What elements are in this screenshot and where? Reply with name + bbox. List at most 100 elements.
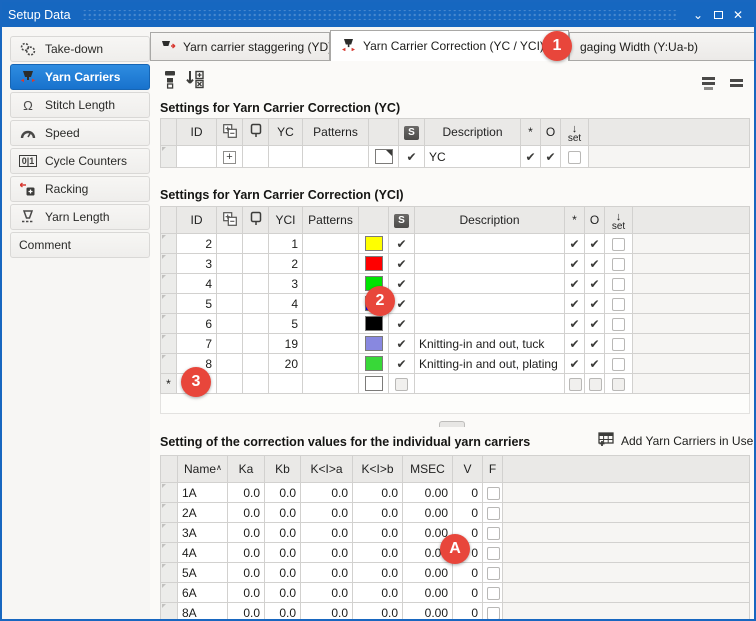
row-selector[interactable] (161, 294, 177, 314)
yc-s-cell[interactable]: ✔ (399, 146, 425, 168)
yci-carrier-cell[interactable] (243, 254, 269, 274)
f-checkbox[interactable] (483, 503, 503, 523)
yci-expand-cell[interactable] (217, 254, 243, 274)
kb-cell[interactable]: 0.0 (265, 583, 301, 603)
ka-cell[interactable]: 0.0 (228, 583, 265, 603)
yci-s-cell[interactable] (389, 374, 415, 394)
yci-carrier-cell[interactable] (243, 274, 269, 294)
f-checkbox[interactable] (483, 523, 503, 543)
splitter-grip[interactable] (439, 421, 465, 427)
yci-color-cell[interactable] (359, 334, 389, 354)
ka-cell[interactable]: 0.0 (228, 523, 265, 543)
kia-cell[interactable]: 0.0 (301, 603, 353, 621)
sidebar-item-comment[interactable]: Comment (10, 232, 150, 258)
yci-patterns-cell[interactable] (303, 354, 359, 374)
row-selector[interactable] (161, 523, 178, 543)
sidebar-item-yarn-length[interactable]: Yarn Length (10, 204, 150, 230)
row-selector[interactable] (161, 603, 178, 621)
ka-cell[interactable]: 0.0 (228, 483, 265, 503)
yci-id-cell[interactable]: 2 (177, 234, 217, 254)
yci-star-cell[interactable] (565, 374, 585, 394)
yci-expand-cell[interactable] (217, 274, 243, 294)
yci-color-cell[interactable] (359, 234, 389, 254)
sidebar-item-stitch-length[interactable]: Ω Stitch Length (10, 92, 150, 118)
v-cell[interactable]: 0 (453, 483, 483, 503)
msec-cell[interactable]: 0.00 (403, 503, 453, 523)
kib-cell[interactable]: 0.0 (353, 583, 403, 603)
f-checkbox[interactable] (483, 583, 503, 603)
carrier-name-cell[interactable]: 6A (178, 583, 228, 603)
expand-row-button[interactable]: + (217, 146, 243, 168)
yci-value-cell[interactable] (269, 374, 303, 394)
msec-cell[interactable]: 0.00 (403, 483, 453, 503)
kb-cell[interactable]: 0.0 (265, 503, 301, 523)
row-selector[interactable] (161, 563, 178, 583)
carrier-name-cell[interactable]: 3A (178, 523, 228, 543)
maximize-icon[interactable] (708, 5, 728, 24)
yci-color-cell[interactable] (359, 314, 389, 334)
yci-carrier-cell[interactable] (243, 354, 269, 374)
yci-set-checkbox[interactable] (605, 274, 633, 294)
row-selector[interactable] (161, 583, 178, 603)
row-selector[interactable] (161, 334, 177, 354)
yci-expand-cell[interactable] (217, 314, 243, 334)
msec-cell[interactable]: 0.00 (403, 603, 453, 621)
yci-patterns-cell[interactable] (303, 334, 359, 354)
yci-description-cell[interactable] (415, 274, 565, 294)
carrier-name-cell[interactable]: 4A (178, 543, 228, 563)
v-cell[interactable]: 0 (453, 603, 483, 621)
yc-description-cell[interactable]: YC (425, 146, 521, 168)
ka-cell[interactable]: 0.0 (228, 503, 265, 523)
kia-cell[interactable]: 0.0 (301, 543, 353, 563)
collapse-icon[interactable]: ⌄ (688, 5, 708, 24)
yci-s-cell[interactable]: ✔ (389, 274, 415, 294)
yc-set-checkbox[interactable] (561, 146, 589, 168)
yci-description-cell[interactable]: Knitting-in and out, tuck (415, 334, 565, 354)
yci-color-swatch[interactable] (365, 316, 383, 331)
row-selector[interactable] (161, 234, 177, 254)
yc-color-swatch[interactable] (375, 149, 393, 164)
yci-value-cell[interactable]: 1 (269, 234, 303, 254)
yci-description-cell[interactable] (415, 314, 565, 334)
yci-set-checkbox[interactable] (605, 354, 633, 374)
yci-color-cell[interactable] (359, 254, 389, 274)
compact-row-height-icon[interactable] (696, 71, 720, 95)
row-selector[interactable] (161, 483, 178, 503)
yci-value-cell[interactable]: 20 (269, 354, 303, 374)
yci-o-cell[interactable]: ✔ (585, 294, 605, 314)
yci-patterns-cell[interactable] (303, 274, 359, 294)
yci-value-cell[interactable]: 3 (269, 274, 303, 294)
yci-expand-cell[interactable] (217, 234, 243, 254)
sidebar-item-cycle-counters[interactable]: 0|1 Cycle Counters (10, 148, 150, 174)
yci-o-cell[interactable]: ✔ (585, 234, 605, 254)
kb-cell[interactable]: 0.0 (265, 563, 301, 583)
yci-expand-cell[interactable] (217, 354, 243, 374)
yc-carrier-cell[interactable] (243, 146, 269, 168)
yci-patterns-cell[interactable] (303, 234, 359, 254)
row-selector[interactable] (161, 503, 178, 523)
yci-carrier-cell[interactable] (243, 294, 269, 314)
yci-id-cell[interactable]: 7 (177, 334, 217, 354)
yci-carrier-cell[interactable] (243, 374, 269, 394)
yci-o-cell[interactable]: ✔ (585, 334, 605, 354)
yci-o-cell[interactable]: ✔ (585, 314, 605, 334)
yci-o-cell[interactable]: ✔ (585, 274, 605, 294)
kb-cell[interactable]: 0.0 (265, 603, 301, 621)
f-checkbox[interactable] (483, 543, 503, 563)
yci-set-checkbox[interactable] (605, 254, 633, 274)
yci-patterns-cell[interactable] (303, 254, 359, 274)
pin-rows-icon[interactable] (158, 67, 182, 91)
msec-cell[interactable]: 0.00 (403, 583, 453, 603)
carrier-name-cell[interactable]: 5A (178, 563, 228, 583)
yci-description-cell[interactable] (415, 374, 565, 394)
yci-color-swatch[interactable] (365, 336, 383, 351)
new-row-marker[interactable]: * (161, 374, 177, 394)
yci-set-checkbox[interactable] (605, 374, 633, 394)
add-yarn-carriers-button[interactable]: Add Yarn Carriers in Use (598, 432, 753, 450)
yc-color-cell[interactable] (369, 146, 399, 168)
yci-star-cell[interactable]: ✔ (565, 274, 585, 294)
yci-value-cell[interactable]: 5 (269, 314, 303, 334)
yci-star-cell[interactable]: ✔ (565, 334, 585, 354)
tab-gaging-width[interactable]: gaging Width (Y:Ua-b) (569, 32, 754, 61)
ka-cell[interactable]: 0.0 (228, 543, 265, 563)
